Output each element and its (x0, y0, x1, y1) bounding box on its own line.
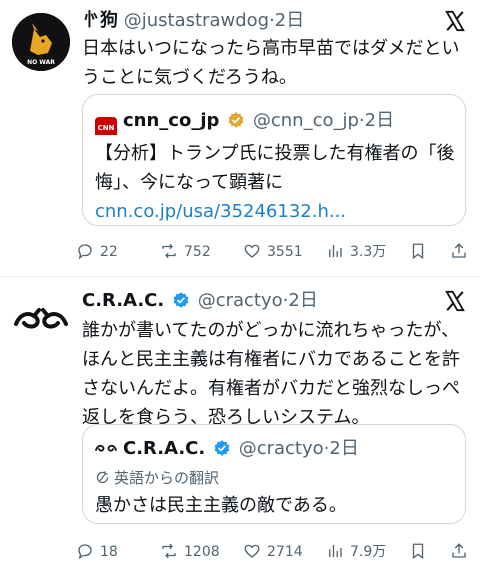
repost-count: 1208 (184, 544, 220, 560)
quote-text-line: 【分析】トランプ氏に投票した有権者の「後 (95, 143, 455, 164)
views-chart-icon (329, 545, 342, 557)
quote-text-line: 悔」、今になって顕著に (95, 172, 284, 193)
view-count: 3.3万 (350, 244, 387, 260)
views-chart-icon (329, 245, 342, 257)
quote-author-handle[interactable]: @cnn_co_jp (253, 110, 359, 131)
quote-header: CNN cnn_co_jp @cnn_co_jp·2日 (95, 107, 455, 135)
tweet-text: 日本はいつになったら高市早苗ではダメだとい うことに気づくだろうね。 (82, 34, 466, 92)
bookmark-button[interactable] (409, 238, 433, 266)
tweet-text-line: 日本はいつになったら高市早苗ではダメだとい (82, 38, 460, 59)
like-count: 3551 (267, 244, 303, 260)
quote-text: 【分析】トランプ氏に投票した有権者の「後 悔」、今になって顕著に cnn.co.… (95, 139, 455, 225)
quote-author-handle[interactable]: @cractyo (239, 438, 324, 459)
reply-icon (78, 544, 92, 560)
tweet[interactable]: NO WAR 㣺狗 @justastrawdog·2日 日本はいつになったら高市… (0, 0, 480, 276)
quote-author-name[interactable]: C.R.A.C. (123, 438, 205, 459)
reply-button[interactable]: 18 (76, 538, 118, 566)
repost-count: 752 (184, 244, 211, 260)
heart-icon (244, 544, 260, 558)
author-name[interactable]: C.R.A.C. (82, 290, 164, 311)
tweet-text-line: 誰かが書いてたのがどっかに流れちゃったが、 (82, 320, 460, 341)
share-icon (452, 243, 466, 258)
tweet-header: C.R.A.C. @cractyo·2日 (82, 288, 440, 314)
bookmark-button[interactable] (409, 538, 433, 566)
crac-hands-logo-icon (12, 290, 70, 348)
quote-timestamp: 2日 (329, 438, 359, 459)
quoted-tweet[interactable]: CNN cnn_co_jp @cnn_co_jp·2日 【分析】トランプ氏に投票し… (82, 94, 466, 226)
quote-text-line: 愚かさは民主主義の敵である。 (95, 495, 347, 516)
bookmark-icon (412, 543, 424, 560)
quote-text: 愚かさは民主主義の敵である。 (95, 491, 455, 520)
translated-from-text: 英語からの翻訳 (114, 469, 220, 487)
action-bar: 18 1208 2714 7.9万 (76, 538, 470, 566)
repost-button[interactable]: 752 (160, 238, 211, 266)
timestamp[interactable]: 2日 (275, 10, 304, 31)
translate-icon (96, 471, 109, 484)
tweet-header: 㣺狗 @justastrawdog·2日 (82, 8, 440, 34)
heart-icon (244, 244, 260, 258)
dog-logo-icon: NO WAR (12, 13, 70, 71)
reply-icon (78, 244, 92, 260)
action-bar: 22 752 3551 3.3万 (76, 238, 470, 266)
timestamp[interactable]: 2日 (288, 290, 317, 311)
repost-icon (162, 243, 176, 259)
tweet-divider (0, 276, 480, 277)
tweet-text-line: ほんと民主主義は有権者にバカであることを許 (82, 349, 460, 370)
tweet-text: 誰かが書いてたのがどっかに流れちゃったが、 ほんと民主主義は有権者にバカであるこ… (82, 316, 466, 432)
tweet-text-line: さないんだよ。有権者がバカだと強烈なしっぺ (82, 378, 460, 399)
quote-author-name[interactable]: cnn_co_jp (123, 110, 219, 131)
tweet-text-line: うことに気づくだろうね。 (82, 67, 297, 88)
quote-header: C.R.A.C. @cractyo·2日 (95, 435, 455, 463)
verified-badge-icon (228, 112, 244, 128)
repost-icon (162, 543, 176, 559)
translation-label: 英語からの翻訳 (95, 467, 219, 489)
quote-link[interactable]: cnn.co.jp/usa/35246132.h... (95, 197, 455, 225)
quote-timestamp: 2日 (364, 110, 395, 131)
quote-avatar[interactable]: CNN (95, 117, 117, 135)
reply-count: 18 (100, 544, 118, 560)
reply-count: 22 (100, 244, 118, 260)
avatar[interactable] (12, 290, 70, 348)
avatar[interactable]: NO WAR (12, 13, 70, 71)
quote-avatar-hands-icon[interactable] (95, 437, 117, 459)
verified-badge-icon (214, 440, 230, 456)
like-button[interactable]: 2714 (243, 538, 303, 566)
share-button[interactable] (450, 238, 474, 266)
share-icon (452, 543, 466, 558)
views-button[interactable]: 3.3万 (326, 238, 386, 266)
avatar-text: NO WAR (27, 59, 55, 66)
author-name[interactable]: 㣺狗 (82, 10, 118, 31)
reply-button[interactable]: 22 (76, 238, 118, 266)
quoted-tweet[interactable]: C.R.A.C. @cractyo·2日 英語からの翻訳 愚かさは民主主義の敵で… (82, 424, 466, 524)
x-logo-icon (445, 290, 465, 312)
bookmark-icon (412, 243, 424, 260)
view-count: 7.9万 (350, 544, 387, 560)
share-button[interactable] (450, 538, 474, 566)
repost-button[interactable]: 1208 (160, 538, 220, 566)
views-button[interactable]: 7.9万 (326, 538, 386, 566)
author-handle[interactable]: @cractyo (198, 290, 283, 311)
author-handle[interactable]: @justastrawdog (124, 10, 269, 31)
verified-badge-icon (173, 292, 189, 308)
like-button[interactable]: 3551 (243, 238, 303, 266)
like-count: 2714 (267, 544, 303, 560)
x-logo-icon (445, 10, 465, 32)
